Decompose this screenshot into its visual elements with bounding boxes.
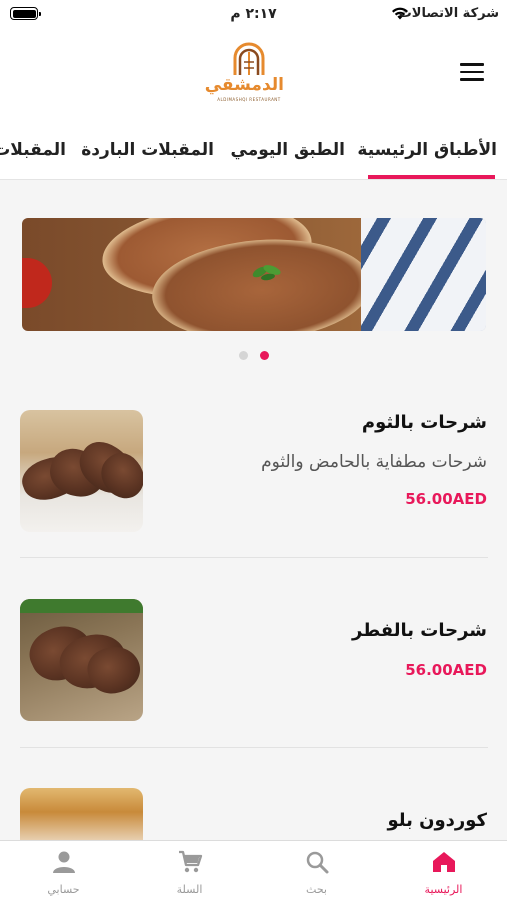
carrier-name: شركة الاتصالات bbox=[398, 6, 499, 21]
search-icon bbox=[306, 851, 328, 874]
tab-main-dishes[interactable]: الأطباق الرئيسية bbox=[357, 140, 497, 160]
menu-item-name: شرحات بالفطر bbox=[352, 620, 487, 641]
brand-tagline: ALDIMASHQI RESTAURANT bbox=[217, 97, 281, 102]
banner-cloth bbox=[361, 218, 486, 331]
menu-item-photo bbox=[20, 788, 143, 848]
nav-account[interactable]: حسابي bbox=[0, 841, 127, 900]
brand-logo: الدمشقي ALDIMASHQI RESTAURANT bbox=[204, 42, 284, 104]
brand-name: الدمشقي bbox=[204, 75, 284, 95]
nav-cart-label: السلة bbox=[176, 883, 203, 896]
divider bbox=[20, 557, 488, 558]
status-bar: ٢:١٧ م شركة الاتصالات bbox=[0, 0, 507, 30]
nav-cart[interactable]: السلة bbox=[126, 841, 253, 900]
menu-item[interactable]: شرحات بالفطر 56.00AED bbox=[0, 590, 507, 740]
nav-home[interactable]: الرئيسية bbox=[380, 841, 507, 900]
carousel-dot-2[interactable] bbox=[239, 351, 248, 360]
herb-garnish bbox=[252, 265, 281, 281]
tab-daily-dish[interactable]: الطبق اليومي bbox=[231, 140, 345, 160]
hamburger-menu-icon[interactable] bbox=[460, 62, 484, 82]
app-header: الدمشقي ALDIMASHQI RESTAURANT bbox=[0, 30, 507, 118]
cart-icon bbox=[178, 850, 202, 873]
category-tabs: الأطباق الرئيسية الطبق اليومي المقبلات ا… bbox=[0, 118, 507, 180]
menu-item-price: 56.00AED bbox=[405, 661, 487, 679]
carousel-dot-1-active[interactable] bbox=[260, 351, 269, 360]
active-tab-indicator bbox=[368, 175, 495, 179]
home-icon bbox=[432, 852, 455, 872]
nav-home-label: الرئيسية bbox=[424, 883, 463, 896]
promo-banner[interactable] bbox=[22, 218, 486, 331]
user-icon bbox=[52, 851, 75, 873]
nav-search[interactable]: بحث bbox=[253, 841, 380, 900]
tab-cold-appetizers[interactable]: المقبلات الباردة bbox=[81, 140, 214, 160]
menu-item-price: 56.00AED bbox=[405, 490, 487, 508]
divider bbox=[20, 747, 488, 748]
nav-account-label: حسابي bbox=[47, 883, 80, 896]
menu-item-photo bbox=[20, 599, 143, 721]
banner-tomato bbox=[22, 258, 52, 308]
arch-logo-icon bbox=[233, 42, 265, 75]
menu-item-description: شرحات مطفاية بالحامض والثوم bbox=[261, 452, 487, 472]
bottom-navigation: الرئيسية بحث السلة حسابي bbox=[0, 840, 507, 900]
menu-item[interactable]: شرحات بالثوم شرحات مطفاية بالحامض والثوم… bbox=[0, 400, 507, 550]
tab-appetizers[interactable]: المقبلات bbox=[0, 140, 66, 160]
menu-item-photo bbox=[20, 410, 143, 532]
menu-item-name: كوردون بلو bbox=[387, 810, 487, 831]
nav-search-label: بحث bbox=[306, 883, 327, 896]
menu-item-name: شرحات بالثوم bbox=[361, 412, 487, 433]
